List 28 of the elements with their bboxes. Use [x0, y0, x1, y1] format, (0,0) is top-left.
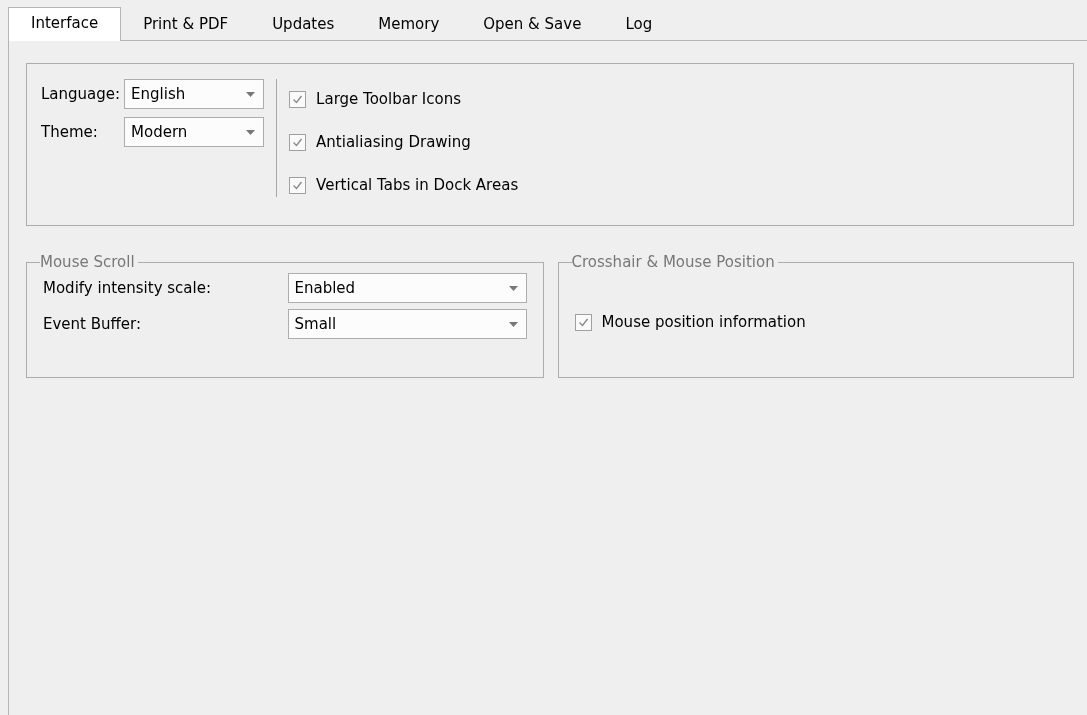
group-title: Crosshair & Mouse Position: [571, 253, 776, 271]
caret-icon: [246, 91, 256, 97]
tab[interactable]: Print & PDF: [121, 9, 251, 40]
dropdown[interactable]: Enabled: [287, 273, 527, 303]
tab[interactable]: Log: [603, 9, 675, 40]
caret-icon: [508, 321, 518, 327]
caret-icon: [508, 285, 518, 291]
dropdown[interactable]: Small: [287, 309, 527, 339]
dropdown[interactable]: English: [124, 79, 265, 109]
tab[interactable]: Open & Save: [461, 9, 604, 40]
checkbox[interactable]: [289, 90, 307, 108]
tab[interactable]: Memory: [356, 9, 462, 40]
tab[interactable]: Updates: [250, 9, 357, 40]
field-label: Event Buffer:: [43, 314, 143, 335]
field-label: Language:: [41, 84, 121, 105]
checkbox-label: Large Toolbar Icons: [316, 89, 462, 110]
field-label: Modify intensity scale:: [43, 278, 212, 299]
checkbox[interactable]: [289, 176, 307, 194]
dropdown[interactable]: Modern: [124, 117, 265, 147]
caret-icon: [246, 129, 256, 135]
field-label: Theme:: [41, 122, 99, 143]
checkbox[interactable]: [574, 313, 592, 331]
group-title: Mouse Scroll: [40, 253, 136, 271]
checkbox-label: Vertical Tabs in Dock Areas: [316, 175, 519, 196]
tab[interactable]: Interface: [8, 7, 122, 41]
checkbox-label: Mouse position information: [601, 312, 806, 333]
checkbox-label: Antialiasing Drawing: [316, 132, 471, 153]
checkbox[interactable]: [289, 133, 307, 151]
